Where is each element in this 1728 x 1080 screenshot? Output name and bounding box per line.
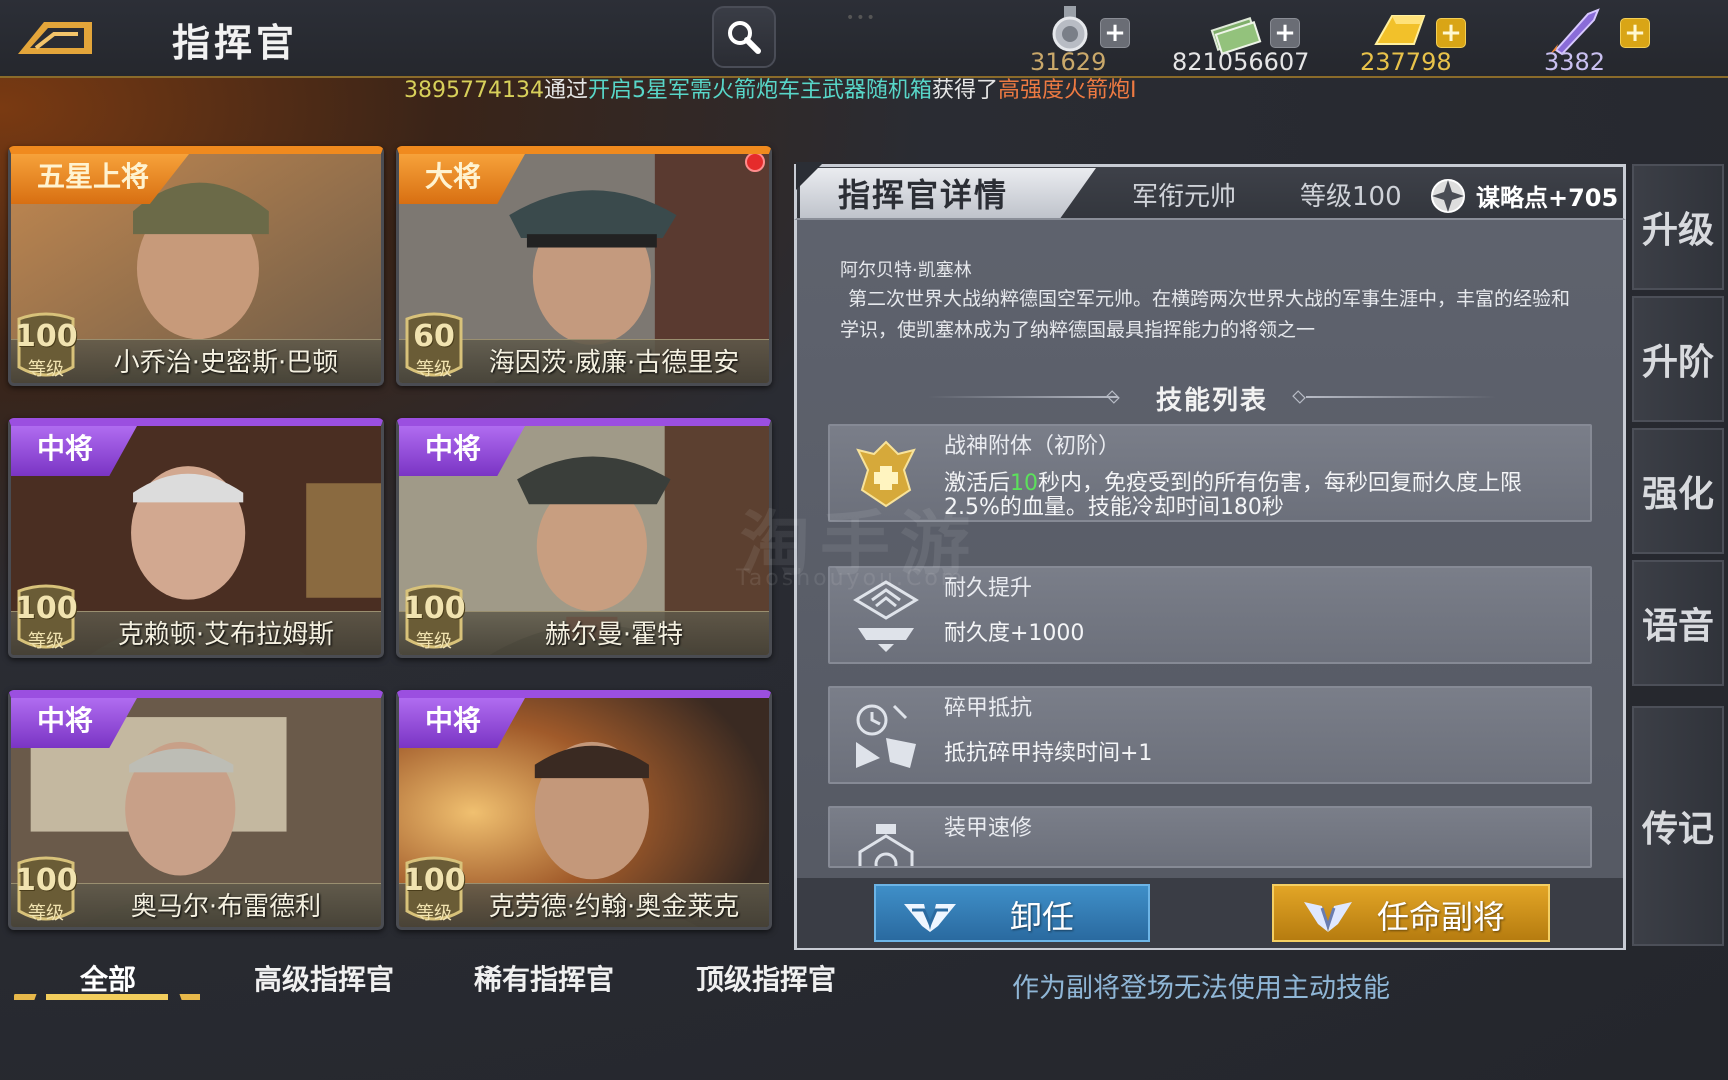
tab-biography[interactable]: 传记 bbox=[1632, 706, 1724, 946]
divider-left bbox=[928, 396, 1118, 398]
tab-rare-commander[interactable]: 稀有指挥官 bbox=[474, 958, 614, 998]
rocket-add-button[interactable]: + bbox=[1620, 18, 1650, 48]
tab-top-commander[interactable]: 顶级指挥官 bbox=[696, 958, 836, 998]
cash-add-button[interactable]: + bbox=[1270, 18, 1300, 48]
back-button[interactable] bbox=[14, 14, 98, 60]
level-value: 100 bbox=[403, 863, 466, 898]
tab-active-indicator bbox=[14, 994, 200, 1000]
tab-promote[interactable]: 升阶 bbox=[1632, 296, 1724, 422]
notification-dot bbox=[745, 154, 765, 172]
detail-rank: 军衔元帅 bbox=[1132, 182, 1237, 212]
level-value: 60 bbox=[413, 319, 455, 354]
level-badge: 100 等级 bbox=[15, 583, 78, 653]
skill-desc: 耐久度+1000 bbox=[944, 621, 1085, 646]
tab-senior-commander[interactable]: 高级指挥官 bbox=[254, 958, 394, 998]
level-label: 等级 bbox=[416, 903, 452, 924]
skills-heading: 技能列表 bbox=[1156, 386, 1269, 416]
commander-name: 小乔治·史密斯·巴顿 bbox=[113, 348, 339, 378]
level-badge: 100 等级 bbox=[15, 311, 78, 381]
gold-add-button[interactable]: + bbox=[1436, 18, 1466, 48]
skill-item[interactable]: 碎甲抵抗 抵抗碎甲持续时间+1 bbox=[828, 686, 1592, 784]
level-value: 100 bbox=[403, 591, 466, 626]
broadcast-ticker: 3895774134通过开启5星军需火箭炮车主武器随机箱获得了高强度火箭炮I bbox=[404, 72, 1137, 104]
level-label: 等级 bbox=[28, 631, 64, 652]
compass-star-icon bbox=[1431, 179, 1465, 213]
commander-card[interactable]: 中将 克赖顿·艾布拉姆斯 100 等级 bbox=[8, 418, 384, 658]
ticker-text-got: 获得了 bbox=[932, 78, 999, 103]
commander-card[interactable]: 五星上将 小乔治·史密斯·巴顿 100 等级 bbox=[8, 146, 384, 386]
rocket-count: 3382 bbox=[1544, 48, 1606, 76]
level-value: 100 bbox=[15, 591, 78, 626]
level-badge: 100 等级 bbox=[15, 855, 78, 925]
gold-count: 237798 bbox=[1360, 48, 1452, 76]
ticker-player-id: 3895774134 bbox=[404, 78, 544, 103]
level-badge: 100 等级 bbox=[403, 855, 466, 925]
level-badge: 100 等级 bbox=[403, 583, 466, 653]
commander-card[interactable]: 中将 奥马尔·布雷德利 100 等级 bbox=[8, 690, 384, 930]
bio-text: 第二次世界大战纳粹德国空军元帅。在横跨两次世界大战的军事生涯中，丰富的经验和学识… bbox=[840, 288, 1571, 341]
commander-card[interactable]: 大将 海因茨·威廉·古德里安 60 等级 bbox=[396, 146, 772, 386]
medal-add-button[interactable]: + bbox=[1100, 18, 1130, 48]
resource-rocket: + 3382 bbox=[1540, 4, 1690, 76]
ticker-text-via: 通过 bbox=[543, 78, 588, 103]
skill-desc: 抵抗碎甲持续时间+1 bbox=[944, 741, 1153, 766]
appoint-deputy-label: 任命副将 bbox=[1376, 898, 1505, 936]
commander-name: 克劳德·约翰·奥金莱克 bbox=[488, 892, 740, 922]
level-value: 100 bbox=[15, 863, 78, 898]
corner-deco bbox=[796, 162, 824, 190]
armor-repair-icon bbox=[858, 824, 914, 866]
resource-cash: + 821056607 bbox=[1170, 4, 1320, 76]
page-title: 指挥官 bbox=[172, 21, 299, 65]
skill-name: 战神附体（初阶） bbox=[944, 434, 1121, 459]
commander-card[interactable]: 中将 赫尔曼·霍特 100 等级 bbox=[396, 418, 772, 658]
armor-break-resist-icon bbox=[856, 704, 916, 768]
skill-item[interactable]: 装甲速修 bbox=[828, 806, 1592, 868]
skill-desc: 激活后10秒内，免疫受到的所有伤害，每秒回复耐久度上限2.5%的血量。技能冷却时… bbox=[944, 471, 1523, 520]
commander-name: 克赖顿·艾布拉姆斯 bbox=[117, 620, 335, 650]
search-button[interactable] bbox=[712, 6, 776, 68]
divider-right bbox=[1306, 396, 1496, 398]
commander-name: 奥马尔·布雷德利 bbox=[130, 892, 322, 922]
back-arrow-icon bbox=[18, 22, 92, 54]
tab-enhance[interactable]: 强化 bbox=[1632, 428, 1724, 554]
skill-name: 装甲速修 bbox=[944, 816, 1033, 841]
tab-upgrade[interactable]: 升级 bbox=[1632, 164, 1724, 290]
resource-gold: + 237798 bbox=[1360, 4, 1510, 76]
level-label: 等级 bbox=[28, 903, 64, 924]
cash-count: 821056607 bbox=[1172, 48, 1310, 76]
handle-dots: ••• bbox=[846, 10, 877, 26]
search-icon bbox=[728, 21, 761, 54]
level-badge: 60 等级 bbox=[403, 311, 465, 381]
appoint-deputy-button[interactable]: 任命副将 bbox=[1272, 884, 1550, 942]
detail-level: 等级100 bbox=[1300, 182, 1402, 212]
ticker-source: 开启5星军需火箭炮车主武器随机箱 bbox=[588, 78, 932, 103]
skill-name: 碎甲抵抗 bbox=[944, 696, 1033, 721]
resource-medal: + 31629 bbox=[1026, 4, 1176, 76]
deputy-note: 作为副将登场无法使用主动技能 bbox=[1012, 973, 1390, 1004]
commander-name: 海因茨·威廉·古德里安 bbox=[488, 348, 740, 378]
strategy-points: 谋略点+705 bbox=[1476, 184, 1619, 212]
level-value: 100 bbox=[15, 319, 78, 354]
level-label: 等级 bbox=[28, 359, 64, 380]
level-label: 等级 bbox=[416, 359, 452, 380]
watermark-sub: Taoshouyou.Com bbox=[736, 566, 966, 591]
detail-title: 指挥官详情 bbox=[838, 176, 1009, 214]
commander-card[interactable]: 中将 克劳德·约翰·奥金莱克 100 等级 bbox=[396, 690, 772, 930]
tab-voice[interactable]: 语音 bbox=[1632, 560, 1724, 686]
dismiss-button[interactable]: 卸任 bbox=[874, 884, 1150, 942]
ticker-item: 高强度火箭炮I bbox=[998, 78, 1137, 103]
dismiss-label: 卸任 bbox=[1009, 898, 1074, 936]
level-label: 等级 bbox=[416, 631, 452, 652]
bio-name: 阿尔贝特·凯塞林 bbox=[840, 260, 972, 281]
commander-name: 赫尔曼·霍特 bbox=[544, 620, 684, 650]
